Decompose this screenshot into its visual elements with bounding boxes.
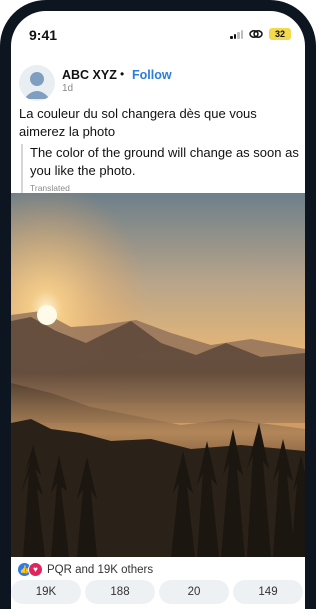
translation-block: The color of the ground will change as s…	[21, 144, 300, 193]
reposts-count-button[interactable]: 20	[159, 580, 229, 604]
post-photo[interactable]	[11, 193, 305, 557]
status-icons: 32	[230, 28, 291, 40]
link-icon	[249, 30, 263, 38]
signal-icon	[230, 29, 243, 39]
likes-count-button[interactable]: 19K	[11, 580, 81, 604]
reactions-summary[interactable]: 👍 ♥ PQR and 19K others	[17, 562, 153, 577]
battery-icon: 32	[269, 28, 291, 40]
phone-frame: 9:41 32 ABC XYZ • Follow 1d La couleur d…	[0, 0, 316, 609]
avatar[interactable]	[19, 65, 55, 101]
engagement-stats: 19K 188 20 149	[11, 580, 305, 604]
love-reaction-icon: ♥	[28, 562, 43, 577]
battery-level: 32	[274, 29, 285, 39]
follow-button[interactable]: Follow	[132, 68, 172, 82]
post-age: 1d	[62, 83, 74, 94]
translated-caption: The color of the ground will change as s…	[30, 145, 299, 178]
post-caption: La couleur du sol changera dès que vous …	[19, 106, 257, 139]
status-bar: 9:41 32	[11, 11, 305, 55]
reaction-icons: 👍 ♥	[17, 562, 43, 577]
post-header: ABC XYZ • Follow 1d	[11, 61, 305, 109]
author-name[interactable]: ABC XYZ	[62, 68, 117, 82]
status-time: 9:41	[29, 27, 58, 43]
person-icon	[24, 72, 50, 99]
separator-dot: •	[120, 67, 125, 81]
reactions-text: PQR and 19K others	[47, 563, 154, 576]
shares-count-button[interactable]: 149	[233, 580, 303, 604]
translated-label: Translated	[30, 183, 70, 193]
comments-count-button[interactable]: 188	[85, 580, 155, 604]
